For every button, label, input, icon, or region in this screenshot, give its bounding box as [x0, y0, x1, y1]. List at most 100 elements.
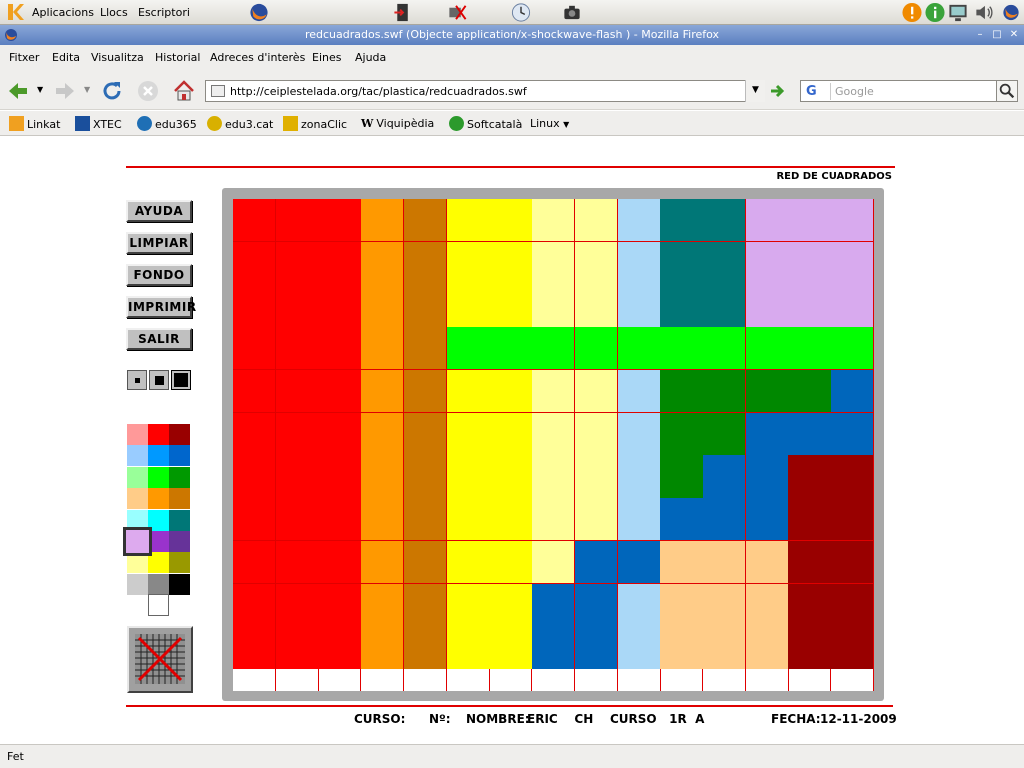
grid-cell[interactable]: [532, 284, 576, 328]
grid-cell[interactable]: [403, 455, 448, 499]
grid-cell[interactable]: [446, 498, 490, 542]
grid-cell[interactable]: [831, 199, 875, 243]
grid-cell[interactable]: [361, 455, 405, 499]
grid-cell[interactable]: [532, 412, 576, 456]
grid-cell[interactable]: [446, 199, 490, 243]
grid-cell[interactable]: [446, 540, 490, 585]
color-swatch-white[interactable]: [148, 594, 169, 616]
grid-cell[interactable]: [361, 241, 405, 285]
grid-cell[interactable]: [575, 669, 618, 691]
grid-cell[interactable]: [746, 669, 789, 691]
grid-cell[interactable]: [617, 455, 661, 499]
grid-cell[interactable]: [574, 241, 619, 285]
window-titlebar[interactable]: redcuadrados.swf (Objecte application/x-…: [0, 25, 1024, 45]
grid-cell[interactable]: [275, 369, 319, 414]
menu-places[interactable]: Llocs: [100, 0, 128, 25]
grid-cell[interactable]: [233, 540, 277, 585]
bookmark-edu3[interactable]: edu3.cat: [207, 116, 273, 132]
color-swatch[interactable]: [169, 552, 190, 574]
grid-cell[interactable]: [489, 369, 533, 414]
grid-cell[interactable]: [788, 455, 832, 499]
help-button[interactable]: AYUDA: [126, 200, 192, 222]
menu-view[interactable]: Visualitza: [91, 51, 144, 64]
grid-cell[interactable]: [318, 540, 362, 585]
grid-cell[interactable]: [788, 412, 832, 456]
grid-cell[interactable]: [703, 327, 747, 371]
grid-cell[interactable]: [489, 498, 533, 542]
grid-cell[interactable]: [489, 626, 533, 670]
grid-cell[interactable]: [446, 455, 490, 499]
grid-cell[interactable]: [361, 412, 405, 456]
color-swatch[interactable]: [148, 445, 169, 467]
grid-cell[interactable]: [617, 626, 661, 670]
color-swatch[interactable]: [127, 573, 148, 595]
grid-cell[interactable]: [532, 369, 576, 414]
grid-cell[interactable]: [831, 284, 875, 328]
back-history-chevron-icon[interactable]: ▼: [37, 85, 43, 94]
grid-cell[interactable]: [318, 284, 362, 328]
grid-cell[interactable]: [404, 669, 447, 691]
color-swatch[interactable]: [169, 509, 190, 531]
grid-cell[interactable]: [403, 284, 448, 328]
grid-cell[interactable]: [233, 498, 277, 542]
color-swatch[interactable]: [127, 445, 148, 467]
grid-cell[interactable]: [275, 412, 319, 456]
firefox-tray-icon[interactable]: [1000, 2, 1022, 23]
maximize-button[interactable]: □: [990, 28, 1004, 42]
grid-cell[interactable]: [831, 583, 875, 627]
grid-cell[interactable]: [574, 498, 619, 542]
firefox-launcher-icon[interactable]: [248, 2, 270, 23]
network-monitor-icon[interactable]: [947, 2, 969, 23]
menu-tools[interactable]: Eines: [312, 51, 341, 64]
grid-cell[interactable]: [532, 626, 576, 670]
grid-cell[interactable]: [660, 455, 704, 499]
grid-cell[interactable]: [361, 284, 405, 328]
grid-cell[interactable]: [446, 284, 490, 328]
grid-cell[interactable]: [660, 583, 704, 627]
grid-cell[interactable]: [745, 284, 789, 328]
grid-cell[interactable]: [489, 455, 533, 499]
disconnect-icon[interactable]: [446, 2, 468, 23]
grid-cell[interactable]: [788, 284, 832, 328]
update-alert-icon[interactable]: [901, 2, 923, 23]
search-input[interactable]: Google: [835, 85, 874, 98]
color-swatch[interactable]: [148, 424, 169, 445]
bookmark-zonaclic[interactable]: zonaClic: [283, 116, 347, 132]
grid-cell[interactable]: [831, 498, 875, 542]
grid-cell[interactable]: [574, 199, 619, 243]
grid-cell[interactable]: [617, 540, 661, 585]
bookmark-linkat[interactable]: Linkat: [9, 116, 60, 132]
name-field[interactable]: ERIC CH CURSO 1R A: [527, 712, 704, 726]
grid-cell[interactable]: [318, 199, 362, 243]
grid-cell[interactable]: [275, 540, 319, 585]
color-swatch[interactable]: [169, 445, 190, 467]
grid-cell[interactable]: [660, 498, 704, 542]
grid-cell[interactable]: [275, 583, 319, 627]
reload-icon[interactable]: [100, 79, 124, 103]
grid-cell[interactable]: [275, 284, 319, 328]
grid-cell[interactable]: [660, 199, 704, 243]
grid-cell[interactable]: [318, 626, 362, 670]
grid-cell[interactable]: [318, 369, 362, 414]
grid-cell[interactable]: [361, 583, 405, 627]
color-swatch[interactable]: [127, 466, 148, 488]
grid-cell[interactable]: [233, 199, 277, 243]
grid-cell[interactable]: [788, 626, 832, 670]
bookmark-wikipedia[interactable]: W Viquipèdia: [361, 116, 434, 132]
clock-icon[interactable]: [510, 2, 532, 23]
grid-cell[interactable]: [660, 369, 704, 414]
logout-icon[interactable]: [392, 2, 414, 23]
grid-cell[interactable]: [361, 327, 405, 371]
grid-cell[interactable]: [489, 583, 533, 627]
grid-cell[interactable]: [318, 455, 362, 499]
grid-cell[interactable]: [318, 669, 362, 691]
grid-cell[interactable]: [447, 669, 490, 691]
grid-cell[interactable]: [703, 412, 747, 456]
grid-cell[interactable]: [361, 369, 405, 414]
color-swatch[interactable]: [148, 466, 169, 488]
grid-cell[interactable]: [233, 455, 277, 499]
grid-cell[interactable]: [660, 241, 704, 285]
grid-cell[interactable]: [318, 583, 362, 627]
grid-cell[interactable]: [574, 327, 619, 371]
grid-cell[interactable]: [275, 455, 319, 499]
